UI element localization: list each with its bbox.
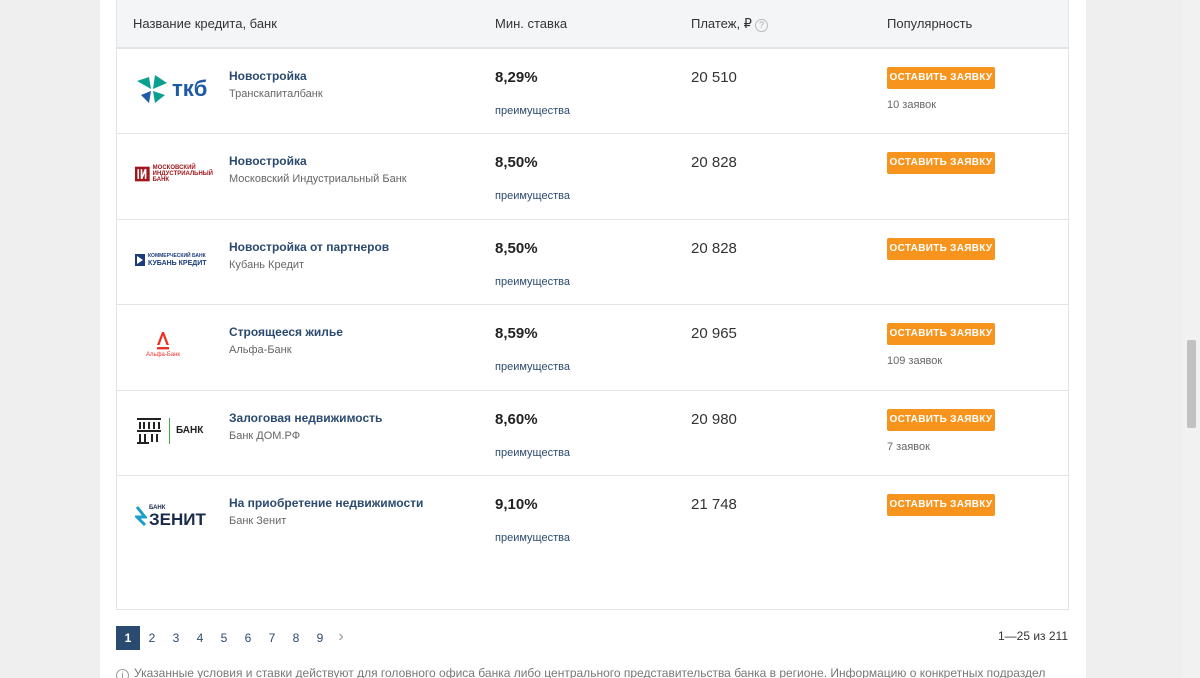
application-count: 7 заявок <box>887 440 930 453</box>
application-count: 10 заявок <box>887 98 937 111</box>
advantages-link[interactable]: преимущества <box>495 447 570 459</box>
bank-name: Альфа-Банк <box>229 344 292 356</box>
page-2-link[interactable]: 2 <box>140 626 164 650</box>
domrf-mark-icon <box>137 417 161 444</box>
credit-name-link[interactable]: Новостройка <box>229 69 307 83</box>
credit-name-link[interactable]: Строящееся жилье <box>229 325 343 339</box>
min-rate: 8,29% <box>495 68 538 86</box>
min-rate: 8,50% <box>495 239 538 257</box>
apply-button[interactable]: ОСТАВИТЬ ЗАЯВКУ <box>887 323 995 345</box>
advantages-link[interactable]: преимущества <box>495 532 570 544</box>
page-6-link[interactable]: 6 <box>236 626 260 650</box>
mib-mark-icon <box>135 166 150 182</box>
page-scrollbar[interactable] <box>1183 0 1200 678</box>
min-rate: 9,10% <box>495 496 538 513</box>
chevron-right-icon[interactable]: › <box>332 626 350 650</box>
page-7-link[interactable]: 7 <box>260 626 284 650</box>
credit-name-link[interactable]: Новостройка <box>229 154 307 168</box>
apply-button[interactable]: ОСТАВИТЬ ЗАЯВКУ <box>887 66 995 89</box>
advantages-link[interactable]: преимущества <box>495 276 570 288</box>
advantages-link[interactable]: преимущества <box>495 105 570 117</box>
table-body: ткбТранскапиталбанкпреимущества228 заяво… <box>117 0 1068 562</box>
min-rate: 8,59% <box>495 325 538 342</box>
monthly-payment: 20 510 <box>691 68 737 86</box>
apply-button[interactable]: ОСТАВИТЬ ЗАЯВКУ <box>887 408 995 431</box>
monthly-payment: 20 980 <box>691 410 737 428</box>
table-row: МОСКОВСКИЙ ИНДУСТРИАЛЬНЫЙ БАНК Новостройка М… <box>117 134 1068 220</box>
header-payment[interactable]: Платеж, ₽? <box>691 16 768 32</box>
header-popularity[interactable]: Популярность <box>887 16 972 31</box>
bank-name: Транскапиталбанк <box>229 87 323 100</box>
monthly-payment: 20 828 <box>691 154 737 171</box>
kuban-mark-icon <box>135 253 145 266</box>
mib-logo[interactable]: МОСКОВСКИЙ ИНДУСТРИАЛЬНЫЙ БАНК <box>135 154 213 194</box>
credit-name-link[interactable]: На приобретение недвижимости <box>229 496 423 510</box>
monthly-payment: 21 748 <box>691 496 737 513</box>
page-3-link[interactable]: 3 <box>164 626 188 650</box>
apply-button[interactable]: ОСТАВИТЬ ЗАЯВКУ <box>887 152 995 174</box>
alfa-logo[interactable]: Альфа-Банк <box>135 325 213 365</box>
info-icon: i <box>116 669 129 678</box>
kuban-logo[interactable]: КОММЕРЧЕСКИЙ БАНК КУБАНЬ КРЕДИТ <box>135 240 213 280</box>
header-name[interactable]: Название кредита, банк <box>133 16 277 31</box>
page-content: Название кредита, банк Мин. ставка Плате… <box>100 0 1086 678</box>
alfa-mark-icon <box>157 332 169 350</box>
table-header: Название кредита, банк Мин. ставка Плате… <box>117 0 1068 48</box>
scrollbar-thumb[interactable] <box>1187 340 1196 428</box>
bank-name: Кубань Кредит <box>229 258 305 271</box>
application-count: 109 заявок <box>887 355 943 367</box>
header-rate[interactable]: Мин. ставка <box>495 16 567 31</box>
page-4-link[interactable]: 4 <box>188 626 212 650</box>
table-row: БАНК ЗЕНИТ На приобретение недвижимости Бан… <box>117 476 1068 562</box>
min-rate: 8,60% <box>495 410 538 428</box>
results-range: 1—25 из 211 <box>997 629 1068 643</box>
zenit-logo[interactable]: БАНК ЗЕНИТ <box>135 496 213 536</box>
apply-button[interactable]: ОСТАВИТЬ ЗАЯВКУ <box>887 237 995 260</box>
advantages-link[interactable]: преимущества <box>495 361 570 373</box>
page-8-link[interactable]: 8 <box>284 626 308 650</box>
table-row: КОММЕРЧЕСКИЙ БАНК КУБАНЬ КРЕДИТ Новостройк… <box>117 220 1068 305</box>
footer-note: i Указанные условия и ставки действуют дл… <box>116 666 1046 678</box>
help-icon[interactable]: ? <box>754 19 768 32</box>
bank-name: Банк ДОМ.РФ <box>229 429 301 442</box>
tkb-logo[interactable]: ткб <box>135 69 213 109</box>
monthly-payment: 20 828 <box>691 239 737 257</box>
apply-button[interactable]: ОСТАВИТЬ ЗАЯВКУ <box>887 494 995 516</box>
bank-name: Банк Зенит <box>229 515 287 527</box>
pagination: 1 2 3 4 5 6 7 8 9 › <box>116 626 350 650</box>
min-rate: 8,50% <box>495 154 538 171</box>
zenit-mark-icon <box>135 506 147 527</box>
monthly-payment: 20 965 <box>691 325 737 342</box>
advantages-link[interactable]: преимущества <box>495 190 570 202</box>
page-9-link[interactable]: 9 <box>308 626 332 650</box>
tkb-mark-icon <box>137 74 167 103</box>
page-1-link[interactable]: 1 <box>116 626 140 650</box>
header-payment-label: Платеж, ₽ <box>691 16 752 31</box>
table-row: ткб Новостройка Транскапиталбанк 8,29% преим… <box>117 49 1068 134</box>
domrf-logo[interactable]: БАНК <box>135 411 213 451</box>
bank-name: Московский Индустриальный Банк <box>229 173 407 185</box>
credit-name-link[interactable]: Залоговая недвижимость <box>229 411 382 425</box>
credit-name-link[interactable]: Новостройка от партнеров <box>229 240 389 254</box>
table-row: Альфа-Банк Строящееся жилье Альфа-Банк 8,59… <box>117 305 1068 391</box>
table-row: БАНК Залоговая недвижимость Банк ДОМ.РФ 8,6… <box>117 391 1068 476</box>
credit-table: Название кредита, банк Мин. ставка Плате… <box>116 0 1069 610</box>
page-5-link[interactable]: 5 <box>212 626 236 650</box>
footer-note-text: Указанные условия и ставки действуют для… <box>134 666 1046 678</box>
